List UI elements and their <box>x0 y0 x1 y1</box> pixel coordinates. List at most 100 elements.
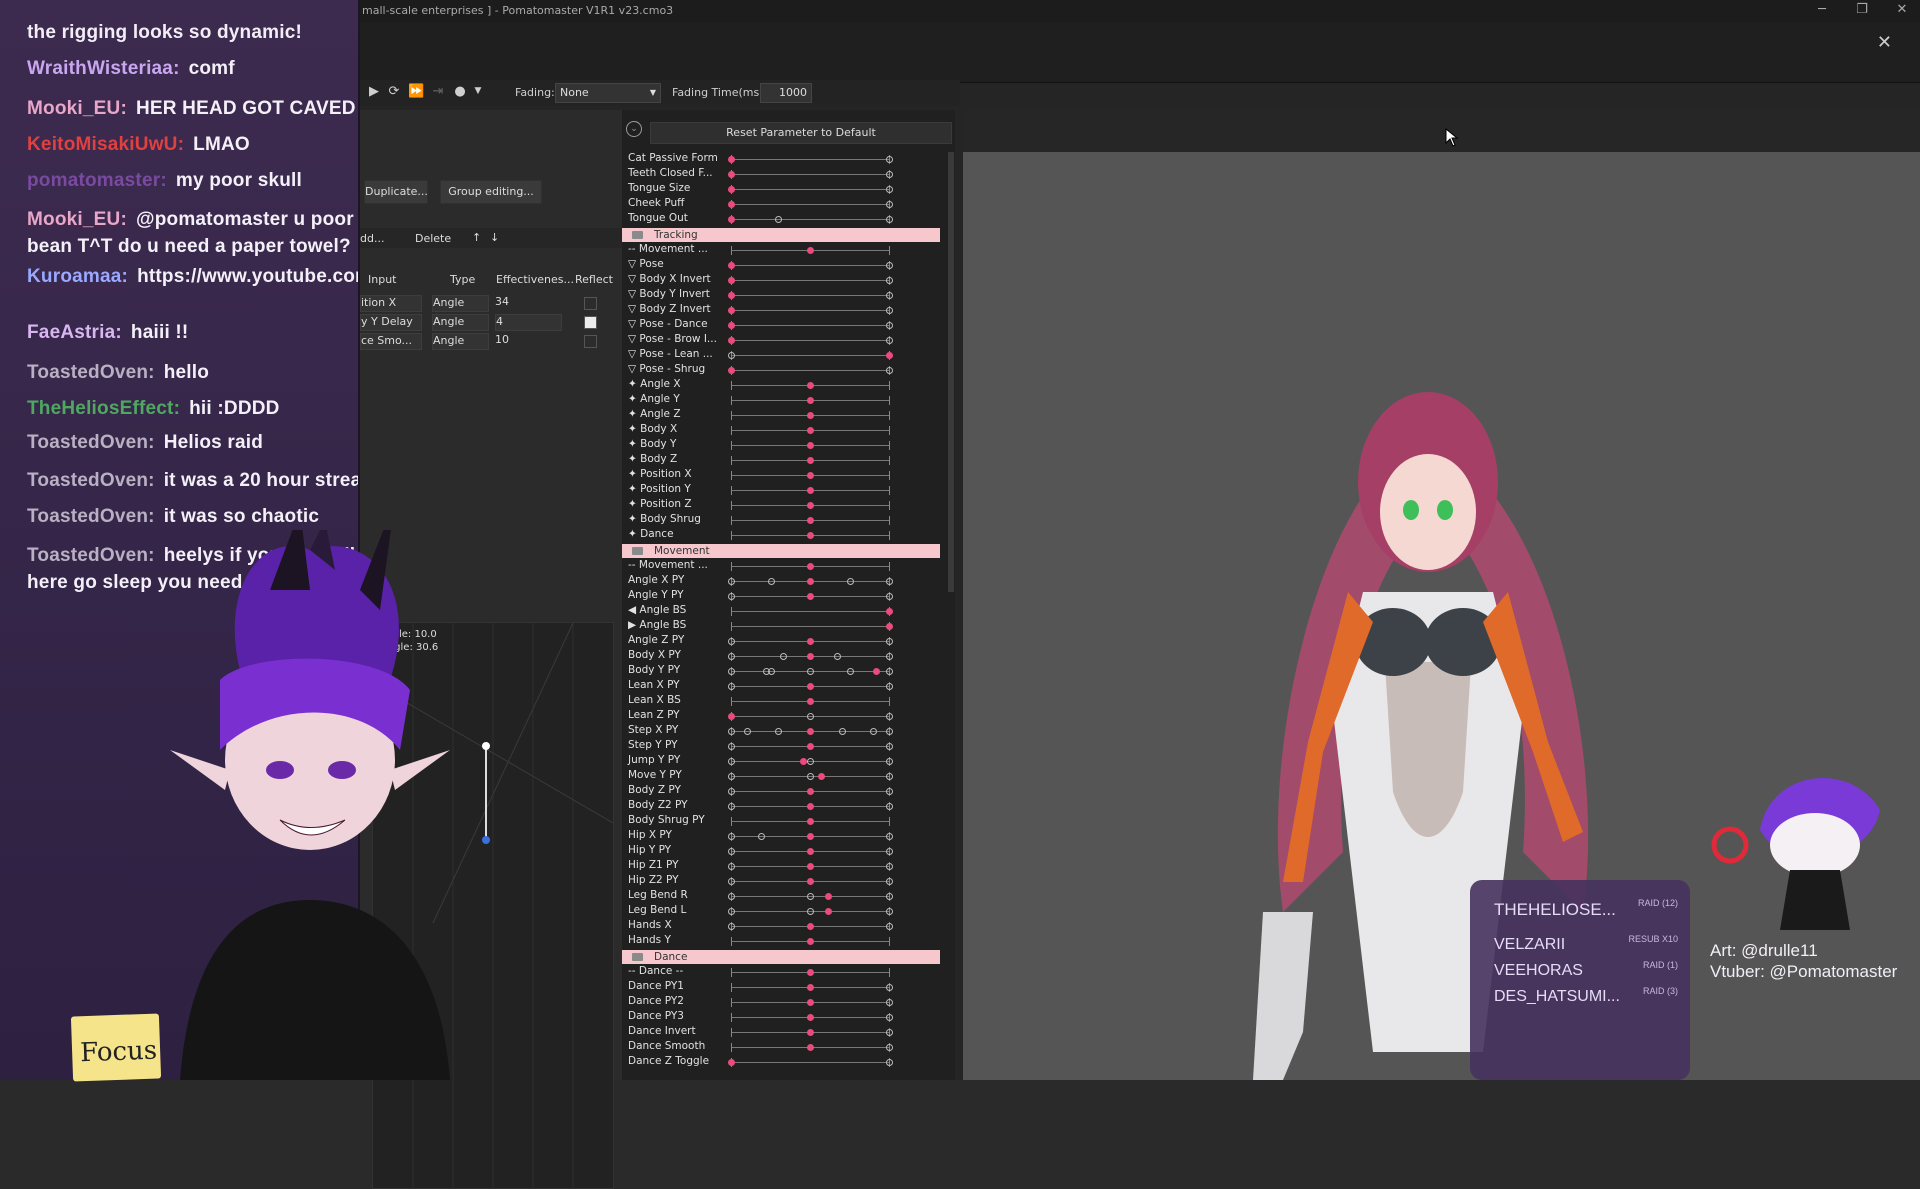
keyform-marker[interactable] <box>807 908 814 915</box>
keyform-marker[interactable] <box>728 773 735 780</box>
parameter-row[interactable]: ✦ Position X <box>622 468 934 483</box>
skip-icon[interactable]: ⇥ <box>430 84 446 100</box>
parameter-slider-knob[interactable] <box>806 382 814 389</box>
parameter-slider-knob[interactable] <box>806 788 814 795</box>
parameter-group-header[interactable]: Movement <box>622 544 940 558</box>
keyform-marker[interactable] <box>728 352 735 359</box>
restore-button[interactable]: ❐ <box>1852 2 1872 20</box>
keyform-marker[interactable] <box>743 728 751 735</box>
keyform-marker[interactable] <box>780 653 788 660</box>
parameter-row[interactable]: ✦ Position Z <box>622 498 934 513</box>
parameter-slider-knob[interactable] <box>817 773 825 780</box>
parameter-slider-knob[interactable] <box>806 848 814 855</box>
parameter-slider-knob[interactable] <box>806 923 814 930</box>
keyform-marker[interactable] <box>728 848 735 855</box>
keyform-marker[interactable] <box>886 908 893 915</box>
collapse-icon[interactable]: ⌄ <box>626 121 642 137</box>
keyform-marker[interactable] <box>886 713 893 720</box>
keyform-marker[interactable] <box>728 653 735 660</box>
panel-close-icon[interactable]: ✕ <box>1877 32 1892 53</box>
parameter-row[interactable]: Cheek Puff <box>622 197 934 212</box>
parameter-row[interactable]: Body Shrug PY <box>622 814 934 829</box>
type-cell[interactable]: Angle <box>432 314 489 331</box>
parameter-slider-knob[interactable] <box>727 713 735 720</box>
parameter-slider-knob[interactable] <box>806 578 814 585</box>
parameter-slider-knob[interactable] <box>806 502 814 509</box>
parameter-slider-knob[interactable] <box>806 1044 814 1051</box>
parameter-slider-knob[interactable] <box>806 397 814 404</box>
keyform-marker[interactable] <box>886 773 893 780</box>
parameter-slider-knob[interactable] <box>806 938 814 945</box>
move-down-button[interactable]: ↓ <box>490 231 499 244</box>
parameter-slider-knob[interactable] <box>806 698 814 705</box>
parameter-slider-track[interactable] <box>731 611 889 612</box>
parameter-row[interactable]: ✦ Angle Z <box>622 408 934 423</box>
parameter-row[interactable]: Leg Bend R <box>622 889 934 904</box>
parameter-row[interactable]: ✦ Body X <box>622 423 934 438</box>
parameter-slider-knob[interactable] <box>727 156 735 163</box>
parameter-row[interactable]: Angle X PY <box>622 574 934 589</box>
keyform-marker[interactable] <box>728 788 735 795</box>
parameter-slider-knob[interactable] <box>727 171 735 178</box>
effectiveness-cell[interactable]: 34 <box>495 295 560 310</box>
parameter-row[interactable]: Hands X <box>622 919 934 934</box>
parameter-slider-knob[interactable] <box>806 683 814 690</box>
parameter-row[interactable]: Jump Y PY <box>622 754 934 769</box>
reflect-checkbox[interactable] <box>584 335 597 348</box>
parameter-slider-knob[interactable] <box>806 487 814 494</box>
parameter-slider-knob[interactable] <box>806 833 814 840</box>
keyform-marker[interactable] <box>886 367 893 374</box>
keyform-marker[interactable] <box>886 216 893 223</box>
chat-username[interactable]: ToastedOven: <box>27 470 155 491</box>
parameter-slider-knob[interactable] <box>872 668 880 675</box>
keyform-marker[interactable] <box>886 1014 893 1021</box>
chat-username[interactable]: Mooki_EU: <box>27 98 127 119</box>
parameter-slider-knob[interactable] <box>806 999 814 1006</box>
keyform-marker[interactable] <box>807 758 814 765</box>
chat-username[interactable]: Kuroamaa: <box>27 266 128 287</box>
parameter-slider-knob[interactable] <box>806 803 814 810</box>
keyform-marker[interactable] <box>886 878 893 885</box>
parameter-slider-knob[interactable] <box>885 608 893 615</box>
keyform-marker[interactable] <box>728 683 735 690</box>
parameter-slider-track[interactable] <box>731 204 889 205</box>
keyform-marker[interactable] <box>728 758 735 765</box>
parameter-row[interactable]: Dance Z Toggle <box>622 1055 934 1070</box>
parameter-slider-knob[interactable] <box>727 186 735 193</box>
parameter-row[interactable]: ▽ Pose - Brow I... <box>622 333 934 348</box>
parameter-slider-knob[interactable] <box>806 984 814 991</box>
parameter-slider-knob[interactable] <box>806 969 814 976</box>
parameter-slider-knob[interactable] <box>800 758 808 765</box>
keyform-marker[interactable] <box>807 773 814 780</box>
parameter-slider-knob[interactable] <box>806 818 814 825</box>
parameter-row[interactable]: Hip Z2 PY <box>622 874 934 889</box>
parameter-row[interactable]: ✦ Angle Y <box>622 393 934 408</box>
parameter-slider-knob[interactable] <box>806 638 814 645</box>
parameter-row[interactable]: Leg Bend L <box>622 904 934 919</box>
keyform-marker[interactable] <box>775 216 783 223</box>
parameter-row[interactable]: -- Dance -- <box>622 965 934 980</box>
delete-button[interactable]: Delete <box>415 232 451 245</box>
keyform-marker[interactable] <box>886 201 893 208</box>
parameter-row[interactable]: ▽ Pose - Dance <box>622 318 934 333</box>
keyform-marker[interactable] <box>886 923 893 930</box>
parameter-row[interactable]: Tongue Out <box>622 212 934 227</box>
keyform-marker[interactable] <box>886 337 893 344</box>
keyform-marker[interactable] <box>886 788 893 795</box>
parameter-slider-knob[interactable] <box>806 1029 814 1036</box>
input-cell[interactable]: ition X <box>360 295 422 312</box>
chevron-down-icon[interactable]: ▼ <box>470 86 486 102</box>
fast-forward-icon[interactable]: ⏩ <box>408 84 424 100</box>
parameter-slider-track[interactable] <box>731 626 889 627</box>
parameter-row[interactable]: -- Movement ... <box>622 559 934 574</box>
move-up-button[interactable]: ↑ <box>472 231 481 244</box>
parameter-row[interactable]: ✦ Position Y <box>622 483 934 498</box>
parameter-slider-track[interactable] <box>731 159 889 160</box>
parameter-row[interactable]: ▽ Pose - Shrug <box>622 363 934 378</box>
chat-username[interactable]: ToastedOven: <box>27 362 155 383</box>
keyform-marker[interactable] <box>728 803 735 810</box>
parameter-slider-track[interactable] <box>731 1062 889 1063</box>
parameter-slider-knob[interactable] <box>885 623 893 630</box>
parameter-slider-knob[interactable] <box>806 728 814 735</box>
parameter-slider-knob[interactable] <box>727 292 735 299</box>
